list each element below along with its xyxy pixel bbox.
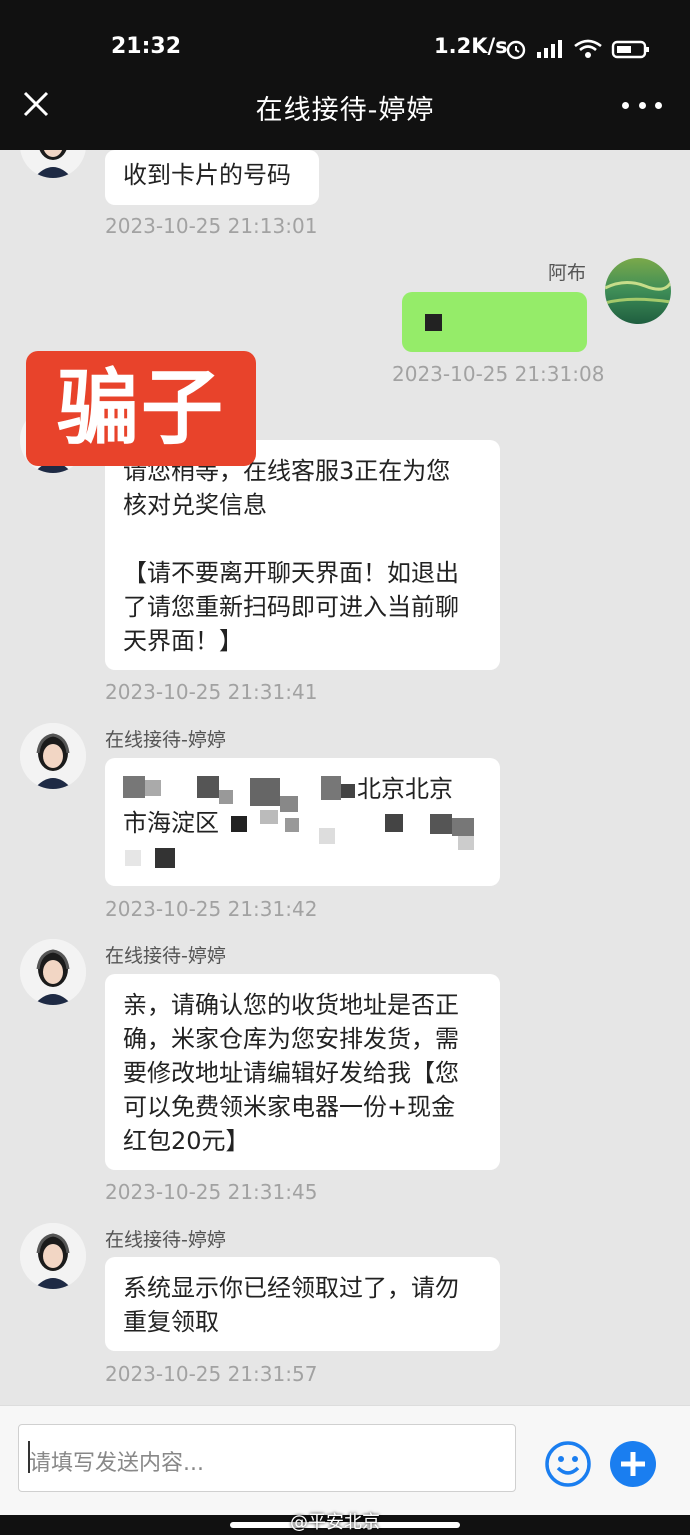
more-options-icon[interactable] — [622, 90, 662, 120]
message-timestamp: 2023-10-25 21:31:42 — [105, 897, 318, 921]
battery-icon — [611, 40, 649, 59]
address-district-text: 市海淀区 — [123, 809, 219, 837]
network-rate: 1.2K/s — [434, 34, 508, 58]
message-bubble: 系统显示你已经领取过了，请勿 重复领取 — [105, 1257, 500, 1351]
message-bubble: 请您稍等，在线客服3正在为您 核对兑奖信息 【请不要离开聊天界面！如退出 了请您… — [105, 440, 500, 670]
address-city-text: 北京北京 — [357, 775, 453, 803]
agent-avatar — [20, 939, 86, 1005]
agent-avatar — [20, 1223, 86, 1289]
message-input[interactable]: 请填写发送内容... — [18, 1424, 516, 1492]
agent-avatar — [20, 723, 86, 789]
address-message-bubble: 北京北京 市海淀区 — [105, 758, 500, 886]
sender-name: 在线接待-婷婷 — [105, 945, 226, 967]
sender-name: 在线接待-婷婷 — [105, 729, 226, 751]
message-timestamp: 2023-10-25 21:31:08 — [392, 362, 605, 386]
redacted-block — [425, 314, 442, 331]
agent-avatar — [20, 150, 86, 178]
add-attachment-icon[interactable] — [609, 1440, 657, 1488]
message-timestamp: 2023-10-25 21:31:45 — [105, 1180, 318, 1204]
source-watermark: @平安北京 — [290, 1512, 380, 1533]
message-bubble: 亲，请确认您的收货地址是否正 确，米家仓库为您安排发货，需 要修改地址请编辑好发… — [105, 974, 500, 1170]
scam-warning-label: 骗子 — [26, 351, 256, 466]
chat-title: 在线接待-婷婷 — [255, 95, 435, 126]
message-bubble: 收到卡片的号码 — [105, 150, 319, 205]
status-icons — [505, 34, 651, 64]
sender-name: 在线接待-婷婷 — [105, 1229, 226, 1251]
signal-icon — [537, 40, 562, 58]
input-placeholder: 请填写发送内容... — [29, 1451, 204, 1476]
input-bar: 请填写发送内容... — [0, 1405, 690, 1515]
outgoing-message-bubble — [402, 292, 587, 352]
message-timestamp: 2023-10-25 21:13:01 — [105, 214, 318, 238]
message-timestamp: 2023-10-25 21:31:57 — [105, 1362, 318, 1386]
user-avatar — [605, 258, 671, 324]
emoji-icon[interactable] — [544, 1440, 592, 1488]
alarm-icon — [506, 40, 526, 60]
wifi-icon — [574, 39, 602, 58]
nav-bar: 在线接待-婷婷 — [0, 70, 690, 150]
chat-area[interactable]: 收到卡片的号码 2023-10-25 21:13:01 阿布 2023-10-2… — [0, 150, 690, 1405]
status-time: 21:32 — [111, 34, 182, 59]
sender-name: 阿布 — [548, 262, 587, 284]
message-timestamp: 2023-10-25 21:31:41 — [105, 680, 318, 704]
